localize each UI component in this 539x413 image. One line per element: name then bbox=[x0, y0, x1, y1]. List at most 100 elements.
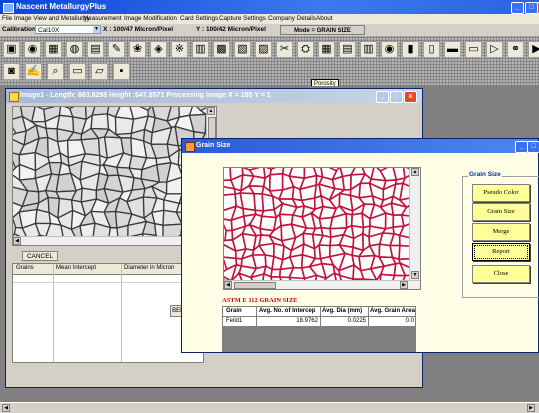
grain-vscroll[interactable]: ▲ ▼ bbox=[409, 168, 420, 280]
toolbar: ▣◉▦◍▤✎❀◈※▥▩▧▨✂⛭▦▤▥◉▮▯▬▭▷⚭▶ ◙✍⌕▭▱▪ Porosi… bbox=[0, 36, 539, 86]
image-window-title-bar: Image1 - Length: 863.8298 Height :647.85… bbox=[6, 89, 422, 103]
report-button[interactable]: Report bbox=[472, 243, 530, 261]
grid-col-diameter: Diameter in Micron bbox=[124, 264, 174, 273]
grid-row-line bbox=[13, 282, 203, 283]
menu-image-modification[interactable]: Image Modification bbox=[124, 14, 177, 24]
pseudo-color-button[interactable]: Pseudo Color bbox=[472, 184, 530, 202]
grain-cell bbox=[399, 246, 409, 260]
particle-icon[interactable]: ※ bbox=[171, 41, 188, 58]
image-maximize-button[interactable]: □ bbox=[390, 91, 403, 103]
report-icon[interactable]: ▭ bbox=[465, 41, 482, 58]
scroll-down-icon[interactable]: ▼ bbox=[411, 271, 419, 279]
astm-cell-dia: 0.0225 bbox=[322, 317, 366, 326]
scroll-right-icon[interactable]: ▶ bbox=[527, 404, 535, 412]
merge-button[interactable]: Merge bbox=[472, 223, 530, 241]
astm-col-grain: Grain bbox=[226, 307, 256, 316]
send-icon[interactable]: ▷ bbox=[486, 41, 503, 58]
astm-col-area: Avg. Grain Area (n bbox=[370, 307, 415, 316]
grid-divider bbox=[53, 264, 54, 362]
scroll-right-icon[interactable]: ▶ bbox=[400, 281, 408, 289]
image-minimize-button[interactable]: _ bbox=[376, 91, 389, 103]
porosity-icon[interactable]: ⛭ bbox=[297, 41, 314, 58]
menu-capture-settings[interactable]: Capture Settings bbox=[219, 14, 266, 24]
menu-image-view[interactable]: Image View and Metallurgy bbox=[14, 14, 90, 24]
zoom-icon[interactable]: ⌕ bbox=[47, 63, 64, 80]
picture-icon[interactable]: ▩ bbox=[213, 41, 230, 58]
menu-card-settings[interactable]: Card Settings bbox=[180, 14, 218, 24]
astm-col-dia: Avg. Dia (mm) bbox=[322, 307, 368, 316]
cancel-button[interactable]: CANCEL bbox=[22, 251, 58, 261]
scissors-icon[interactable]: ✂ bbox=[276, 41, 293, 58]
app-icon bbox=[3, 3, 14, 13]
grain-cell bbox=[386, 213, 394, 229]
grain-icon[interactable]: ▦ bbox=[45, 41, 62, 58]
flower-icon[interactable]: ❀ bbox=[129, 41, 146, 58]
eye-icon[interactable]: ◉ bbox=[381, 41, 398, 58]
calibration-select[interactable]: Cal10X ▼ bbox=[35, 25, 101, 34]
grain-size-window: Grain Size _ □ ▲ ▼ ◀ ▶ Grain Size Pseudo… bbox=[181, 138, 539, 353]
layout-icon[interactable]: ▤ bbox=[339, 41, 356, 58]
astm-table[interactable]: Grain Avg. No. of Intercep Avg. Dia (mm)… bbox=[222, 306, 416, 352]
export-icon[interactable]: ▶ bbox=[528, 41, 539, 58]
grain-size-group-label: Grain Size bbox=[468, 171, 502, 178]
menu-about[interactable]: About bbox=[316, 14, 332, 24]
grain-boundary-panel[interactable]: ▲ ▼ ◀ ▶ bbox=[223, 167, 421, 290]
globe-icon[interactable]: ◍ bbox=[66, 41, 83, 58]
grid-divider bbox=[121, 264, 122, 362]
scroll-left-icon[interactable]: ◀ bbox=[2, 404, 10, 412]
menu-file[interactable]: File bbox=[2, 14, 12, 24]
calibration-value: Cal10X bbox=[38, 27, 59, 34]
grid-col-grains: Grains bbox=[16, 264, 34, 273]
grid-header bbox=[13, 264, 203, 275]
grain-cell bbox=[116, 117, 134, 135]
grid-icon[interactable]: ▦ bbox=[318, 41, 335, 58]
x-readout: X : 100/47 Micron/Pixel bbox=[103, 24, 173, 36]
grain-cell bbox=[91, 114, 109, 129]
scroll-up-icon[interactable]: ▲ bbox=[207, 107, 215, 115]
grain-size-button[interactable]: Grain Size bbox=[472, 203, 530, 221]
scale-icon[interactable]: ▨ bbox=[255, 41, 272, 58]
grid-col-mean-intercept: Mean Intercept bbox=[56, 264, 96, 273]
astm-divider bbox=[256, 307, 257, 327]
minimize-button[interactable]: _ bbox=[511, 2, 524, 14]
bottom-scrollbar[interactable]: ◀ ▶ bbox=[0, 402, 539, 413]
histogram-icon[interactable]: ▥ bbox=[192, 41, 209, 58]
document-icon[interactable]: ▯ bbox=[423, 41, 440, 58]
scroll-thumb[interactable] bbox=[234, 282, 276, 289]
save-icon[interactable]: ▪ bbox=[113, 63, 130, 80]
grain-cell bbox=[270, 174, 283, 191]
scroll-left-icon[interactable]: ◀ bbox=[13, 237, 21, 245]
close-grain-button[interactable]: Close bbox=[472, 265, 530, 283]
open-folder-icon[interactable]: ▱ bbox=[91, 63, 108, 80]
chevron-down-icon[interactable]: ▼ bbox=[93, 26, 100, 33]
graph-icon[interactable]: ▥ bbox=[360, 41, 377, 58]
chain-icon[interactable]: ⚭ bbox=[507, 41, 524, 58]
magnify-icon[interactable]: ◉ bbox=[24, 41, 41, 58]
astm-divider bbox=[368, 307, 369, 327]
camera-icon[interactable]: ◙ bbox=[3, 63, 20, 80]
calibration-row: Calibration Cal10X ▼ X : 100/47 Micron/P… bbox=[0, 24, 539, 36]
edit-chart-icon[interactable]: ✎ bbox=[108, 41, 125, 58]
grain-window-title: Grain Size bbox=[196, 139, 230, 153]
image-window-title: Image1 - Length: 863.8298 Height :647.85… bbox=[20, 89, 271, 103]
grain-cell bbox=[271, 269, 280, 277]
grain-boundary-image bbox=[224, 168, 409, 280]
menu-company-details[interactable]: Company Details bbox=[268, 14, 316, 24]
brush-icon[interactable]: ✍ bbox=[25, 63, 42, 80]
folder-icon[interactable]: ▭ bbox=[69, 63, 86, 80]
scroll-up-icon[interactable]: ▲ bbox=[411, 168, 419, 176]
astm-cell-intercepts: 18.9762 bbox=[259, 317, 318, 326]
rgb-icon[interactable]: ▤ bbox=[87, 41, 104, 58]
grain-hscroll[interactable]: ◀ ▶ bbox=[224, 280, 420, 289]
image-close-button[interactable]: x bbox=[404, 91, 417, 103]
y-readout: Y : 100/42 Micron/Pixel bbox=[196, 24, 266, 36]
grain-window-icon bbox=[185, 142, 195, 152]
scroll-left-icon[interactable]: ◀ bbox=[224, 281, 232, 289]
notes-icon[interactable]: ▬ bbox=[444, 41, 461, 58]
film-icon[interactable]: ▧ bbox=[234, 41, 251, 58]
grain-maximize-button[interactable]: □ bbox=[527, 141, 539, 153]
menu-measurement[interactable]: Measurement bbox=[83, 14, 122, 24]
phase-icon[interactable]: ◈ bbox=[150, 41, 167, 58]
image-open-icon[interactable]: ▣ bbox=[3, 41, 20, 58]
color-bars-icon[interactable]: ▮ bbox=[402, 41, 419, 58]
